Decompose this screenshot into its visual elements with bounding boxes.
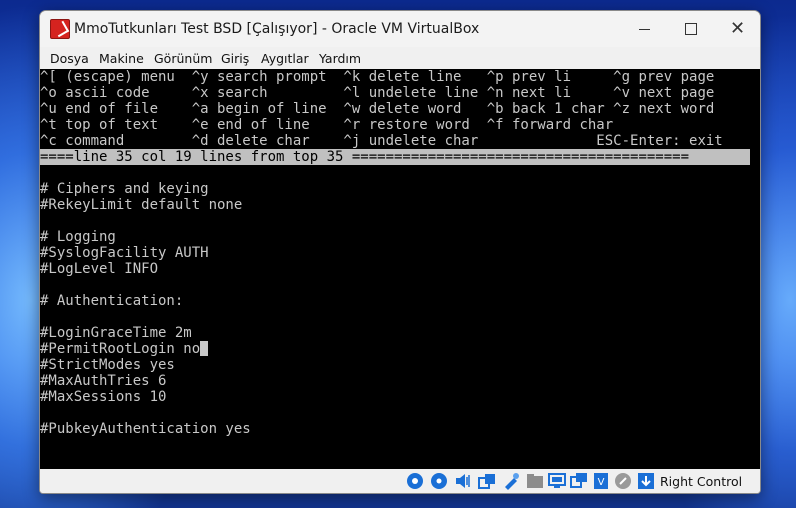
editor-help-line: ^[ (escape) menu ^y search prompt ^k del… [40,69,715,85]
editor-text-line: #LoginGraceTime 2m [40,325,192,341]
text-cursor [200,341,209,356]
mouse-integration-icon[interactable] [614,472,632,490]
editor-text-line: #SyslogFacility AUTH [40,245,209,261]
menu-giris[interactable]: Giriş [221,51,249,66]
menu-gorunum[interactable]: Görünüm [154,51,212,66]
audio-icon[interactable] [454,472,472,490]
vm-screen[interactable]: ^[ (escape) menu ^y search prompt ^k del… [40,69,760,469]
menu-dosya[interactable]: Dosya [50,51,89,66]
hard-disk-icon[interactable] [406,472,424,490]
status-bar: V Right Control [40,469,760,493]
editor-status-line: ====line 35 col 19 lines from top 35 ===… [40,149,750,165]
maximize-icon [685,23,697,35]
menu-makine[interactable]: Makine [99,51,144,66]
editor-help-line: ^c command ^d delete char ^j undelete ch… [40,133,723,149]
editor-text-line: # Authentication: [40,293,184,309]
network-icon[interactable] [478,472,496,490]
optical-drive-icon[interactable] [430,472,448,490]
editor-text-line: #MaxAuthTries 6 [40,373,167,389]
vm-state-icon[interactable]: V [592,472,610,490]
shared-folder-icon[interactable] [526,472,544,490]
video-capture-icon[interactable] [570,472,588,490]
svg-text:V: V [598,477,605,488]
menu-aygitlar[interactable]: Aygıtlar [261,51,309,66]
editor-help-line: ^o ascii code ^x search ^l undelete line… [40,85,715,101]
editor-text-line: #LogLevel INFO [40,261,159,277]
close-icon: ✕ [730,18,746,39]
close-button[interactable]: ✕ [714,11,760,47]
keyboard-capture-icon[interactable] [637,472,655,490]
window-title: MmoTutkunları Test BSD [Çalışıyor] - Ora… [74,21,480,37]
editor-help-line: ^u end of file ^a begin of line ^w delet… [40,101,715,117]
editor-text-line: #PubkeyAuthentication yes [40,421,251,437]
virtualbox-app-icon [50,19,70,39]
usb-icon[interactable] [502,472,520,490]
editor-text-line: # Logging [40,229,116,245]
display-icon[interactable] [548,472,566,490]
editor-text-line: #RekeyLimit default none [40,197,243,213]
menu-yardim[interactable]: Yardım [319,51,361,66]
editor-text-line: #PermitRootLogin no [40,341,209,357]
host-key-label: Right Control [660,474,743,489]
editor-text-line: # Ciphers and keying [40,181,209,197]
editor-text-line: #MaxSessions 10 [40,389,167,405]
virtualbox-window[interactable]: MmoTutkunları Test BSD [Çalışıyor] - Ora… [39,10,761,494]
editor-text-line: #StrictModes yes [40,357,175,373]
menu-bar: Dosya Makine Görünüm Giriş Aygıtlar Yard… [40,47,760,69]
minimize-icon [639,29,650,30]
maximize-button[interactable] [668,11,714,47]
title-bar[interactable]: MmoTutkunları Test BSD [Çalışıyor] - Ora… [40,11,760,47]
editor-help-line: ^t top of text ^e end of line ^r restore… [40,117,614,133]
minimize-button[interactable] [622,11,668,47]
